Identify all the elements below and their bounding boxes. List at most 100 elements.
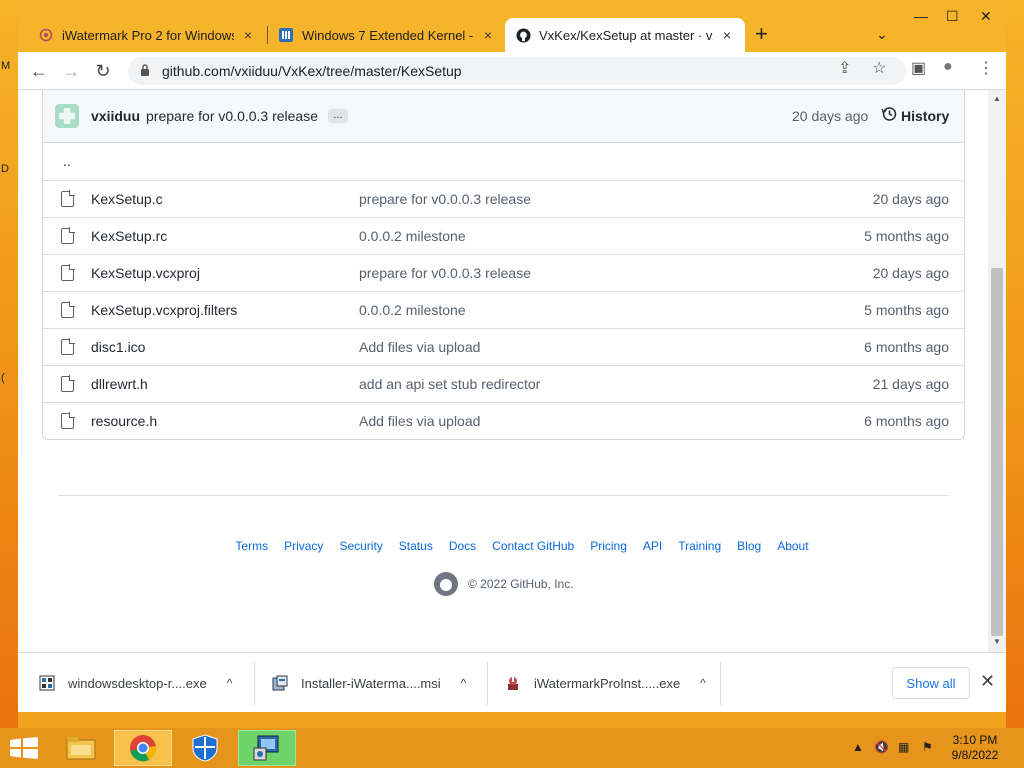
footer-link-security[interactable]: Security (339, 539, 382, 553)
page-scrollbar[interactable]: ▲ ▼ (988, 90, 1006, 652)
window-close-button[interactable]: ✕ (980, 8, 992, 25)
footer-link-about[interactable]: About (777, 539, 808, 553)
chevron-up-icon[interactable]: ^ (700, 676, 706, 690)
scroll-down-arrow-icon[interactable]: ▼ (993, 637, 1001, 646)
file-age: 5 months ago (864, 228, 949, 244)
file-icon (61, 227, 75, 244)
commit-expand-button[interactable]: … (328, 109, 349, 123)
file-name-link[interactable]: dllrewrt.h (91, 376, 148, 392)
scroll-up-arrow-icon[interactable]: ▲ (993, 94, 1001, 103)
bookmark-star-icon[interactable]: ☆ (872, 58, 886, 78)
reload-button[interactable]: ↻ (92, 60, 114, 82)
download-filename: iWatermarkProInst.....exe (534, 675, 681, 691)
desktop-fragment: D (1, 163, 9, 175)
footer-link-training[interactable]: Training (678, 539, 721, 553)
copyright-text: © 2022 GitHub, Inc. (468, 577, 574, 591)
table-row: resource.h Add files via upload 6 months… (43, 402, 964, 439)
commit-message[interactable]: prepare for v0.0.0.3 release (146, 108, 318, 124)
clock-time: 3:10 PM (952, 733, 998, 747)
footer-link-docs[interactable]: Docs (449, 539, 476, 553)
defender-icon[interactable] (176, 730, 234, 766)
menu-icon[interactable]: ⋮ (978, 58, 994, 78)
back-button[interactable]: ← (28, 60, 50, 82)
commit-message-link[interactable]: Add files via upload (359, 413, 480, 429)
footer-links: Terms Privacy Security Status Docs Conta… (18, 539, 988, 553)
file-age: 20 days ago (872, 191, 949, 207)
taskbar-clock[interactable]: 3:10 PM 9/8/2022 (940, 733, 1010, 763)
parent-directory-row[interactable]: .. (43, 143, 964, 180)
parent-directory-link[interactable]: .. (63, 153, 71, 169)
close-icon[interactable]: × (240, 27, 256, 43)
tab-windows7-kernel[interactable]: Windows 7 Extended Kernel - Wi × (268, 18, 506, 52)
close-shelf-icon[interactable]: ✕ (980, 671, 995, 692)
windows-start-icon[interactable] (10, 737, 38, 759)
file-explorer-icon[interactable] (52, 730, 110, 766)
share-icon[interactable]: ⇪ (838, 58, 851, 78)
commit-message-link[interactable]: 0.0.0.2 milestone (359, 302, 466, 318)
history-icon (881, 106, 897, 126)
file-name-link[interactable]: KexSetup.vcxproj (91, 265, 200, 281)
show-all-downloads-button[interactable]: Show all (892, 667, 970, 699)
footer-link-privacy[interactable]: Privacy (284, 539, 323, 553)
chrome-icon[interactable] (114, 730, 172, 766)
footer-link-status[interactable]: Status (399, 539, 433, 553)
footer-link-contact[interactable]: Contact GitHub (492, 539, 574, 553)
network-icon[interactable]: ▦ (898, 740, 909, 754)
history-button[interactable]: History (881, 106, 949, 126)
file-icon (61, 301, 75, 318)
footer-link-pricing[interactable]: Pricing (590, 539, 627, 553)
download-item[interactable]: windowsdesktop-r....exe ^ (38, 653, 232, 713)
github-logo-icon[interactable] (434, 572, 458, 596)
file-name-link[interactable]: KexSetup.vcxproj.filters (91, 302, 237, 318)
download-item[interactable]: Installer-iWaterma....msi ^ (271, 653, 466, 713)
file-name-link[interactable]: KexSetup.rc (91, 228, 167, 244)
tab-iwatermark[interactable]: iWatermark Pro 2 for Windows - × (28, 18, 266, 52)
tab-search-button[interactable]: ⌄ (876, 26, 888, 43)
commit-message-link[interactable]: 0.0.0.2 milestone (359, 228, 466, 244)
close-icon[interactable]: × (480, 27, 496, 43)
history-label: History (901, 108, 950, 124)
desktop-right-edge (1006, 0, 1024, 728)
download-item[interactable]: iWatermarkProInst.....exe ^ (504, 653, 706, 713)
chevron-up-icon[interactable]: ^ (461, 676, 467, 690)
table-row: KexSetup.vcxproj.filters 0.0.0.2 milesto… (43, 291, 964, 328)
volume-muted-icon[interactable]: 🔇 (874, 740, 889, 754)
commit-message-link[interactable]: prepare for v0.0.0.3 release (359, 265, 531, 281)
footer-link-api[interactable]: API (643, 539, 662, 553)
flower-icon (38, 27, 54, 43)
chevron-up-icon[interactable]: ^ (227, 676, 233, 690)
file-age: 6 months ago (864, 339, 949, 355)
footer-link-blog[interactable]: Blog (737, 539, 761, 553)
file-name-link[interactable]: disc1.ico (91, 339, 145, 355)
file-age: 6 months ago (864, 413, 949, 429)
msi-icon (271, 674, 289, 692)
avatar[interactable] (55, 104, 79, 128)
download-filename: Installer-iWaterma....msi (301, 675, 441, 691)
side-panel-icon[interactable]: ▣ (911, 58, 926, 78)
address-bar[interactable]: github.com/vxiiduu/VxKex/tree/master/Kex… (128, 57, 906, 85)
new-tab-button[interactable]: + (755, 23, 768, 45)
installer-app-icon[interactable] (238, 730, 296, 766)
installer-icon (504, 674, 522, 692)
footer-copyright: © 2022 GitHub, Inc. (434, 572, 574, 596)
profile-icon[interactable]: ● (943, 58, 953, 76)
commit-message-link[interactable]: Add files via upload (359, 339, 480, 355)
file-name-link[interactable]: KexSetup.c (91, 191, 163, 207)
scroll-thumb[interactable] (991, 268, 1003, 636)
tray-overflow-icon[interactable]: ▲ (852, 740, 864, 754)
file-name-link[interactable]: resource.h (91, 413, 157, 429)
forward-button[interactable]: → (60, 60, 82, 82)
commit-message-link[interactable]: prepare for v0.0.0.3 release (359, 191, 531, 207)
maximize-button[interactable]: ☐ (946, 8, 959, 25)
minimize-button[interactable]: — (914, 8, 928, 24)
file-icon (61, 264, 75, 281)
url-text: github.com/vxiiduu/VxKex/tree/master/Kex… (162, 63, 462, 79)
commit-message-link[interactable]: add an api set stub redirector (359, 376, 540, 392)
footer-link-terms[interactable]: Terms (235, 539, 268, 553)
action-center-flag-icon[interactable]: ⚑ (922, 740, 933, 754)
download-divider (254, 661, 255, 705)
commit-author[interactable]: vxiiduu (91, 108, 140, 124)
desktop-fragment: M (1, 60, 11, 72)
close-icon[interactable]: × (719, 27, 735, 43)
tab-vxkex[interactable]: VxKex/KexSetup at master · vxiid × (505, 18, 745, 52)
